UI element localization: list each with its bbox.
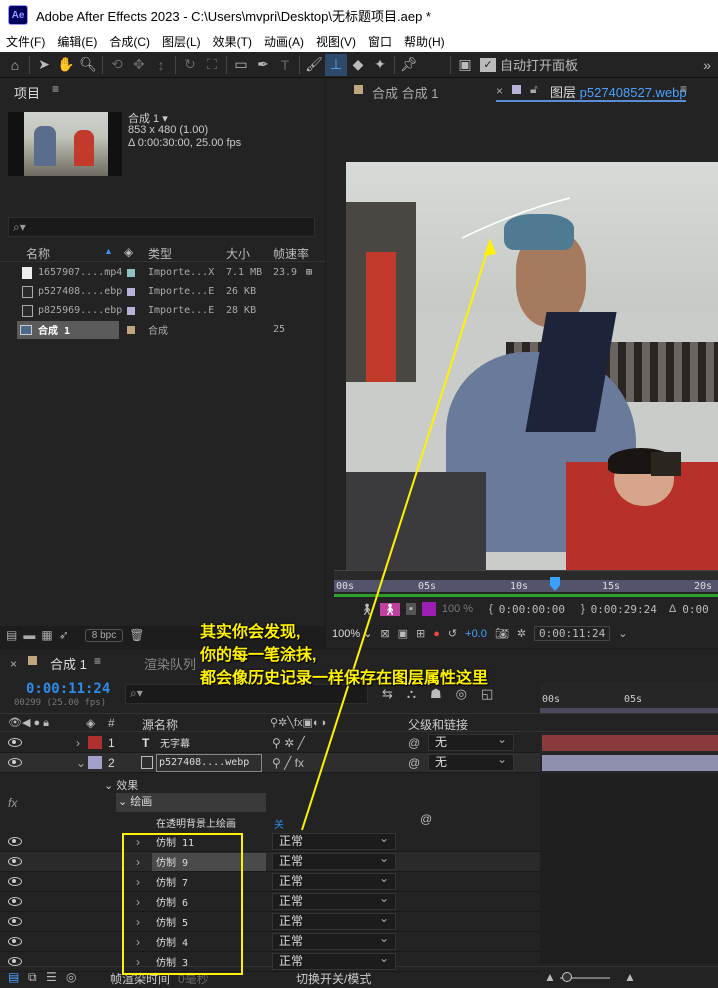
annotation-overlay [122,197,571,975]
annotation-arrow-head [484,238,496,256]
annotation-pointer-line [301,242,491,831]
annotation-highlight-box [122,833,243,975]
brush-stroke-path [461,197,571,239]
annotation-line3: 都会像历史记录一样保存在图层属性这里 [200,670,489,687]
annotation-line1: 其实你会发现, [200,624,301,641]
annotation-line2: 你的每一笔涂抹, [200,647,317,664]
